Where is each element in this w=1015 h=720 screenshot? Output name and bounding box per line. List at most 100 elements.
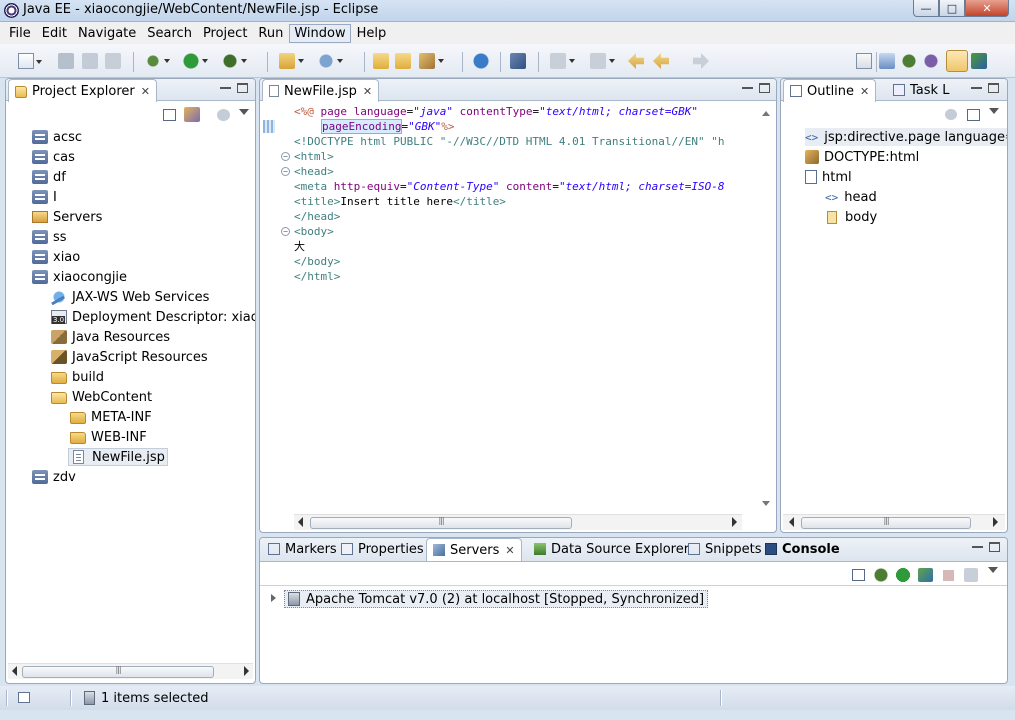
link-with-editor-icon[interactable] (184, 107, 200, 122)
new-icon[interactable] (18, 53, 42, 69)
open-type-icon[interactable] (373, 53, 389, 69)
tab-console[interactable]: Console (759, 538, 846, 560)
server-entry-tomcat[interactable]: Apache Tomcat v7.0 (2) at localhost [Sto… (284, 590, 709, 608)
minimize-view-icon[interactable] (742, 87, 753, 89)
scroll-right-icon[interactable] (993, 517, 998, 527)
horizontal-scrollbar[interactable] (294, 514, 742, 530)
minimize-view-icon[interactable] (971, 87, 982, 89)
tree-item-acsc[interactable]: acsc (32, 128, 82, 146)
start-server-icon[interactable] (896, 568, 910, 582)
tree-item-i[interactable]: I (32, 188, 57, 206)
maximize-view-icon[interactable] (237, 83, 248, 93)
fold-toggle-icon[interactable]: − (281, 167, 290, 176)
publish-icon[interactable] (964, 568, 978, 582)
maximize-view-icon[interactable] (988, 83, 999, 93)
tree-item-xiaocongjie[interactable]: xiaocongjie (32, 268, 127, 286)
collapse-all-icon[interactable] (852, 569, 865, 581)
tree-item-webcontent[interactable]: WebContent (51, 388, 152, 406)
outline-item-head[interactable]: <> head (825, 188, 877, 206)
profile-server-icon[interactable] (918, 568, 933, 582)
scroll-left-icon[interactable] (12, 666, 17, 676)
debug-icon[interactable] (145, 53, 170, 69)
print-icon[interactable] (105, 53, 121, 69)
close-tab-icon[interactable]: ✕ (141, 85, 150, 98)
minimize-view-icon[interactable] (972, 546, 983, 548)
sort-icon[interactable] (945, 109, 957, 120)
open-perspective-icon[interactable] (856, 53, 872, 69)
tree-item-zdv[interactable]: zdv (32, 468, 76, 486)
jpa-perspective-icon[interactable] (923, 53, 939, 69)
browser-globe-icon[interactable] (473, 53, 489, 69)
outline-item-body[interactable]: body (827, 208, 877, 226)
minimize-view-icon[interactable] (220, 87, 231, 89)
previous-annotation-icon[interactable] (590, 53, 615, 69)
outline-item-doctype[interactable]: DOCTYPE:html (805, 148, 919, 166)
close-tab-icon[interactable]: ✕ (505, 544, 514, 557)
view-menu-icon[interactable] (989, 108, 999, 119)
tab-newfile-jsp[interactable]: NewFile.jsp ✕ (262, 79, 380, 102)
tree-item-java-resources[interactable]: Java Resources (51, 328, 170, 346)
tree-item-df[interactable]: df (32, 168, 66, 186)
new-server-icon[interactable] (279, 53, 304, 69)
tree-item-web-inf[interactable]: WEB-INF (70, 428, 147, 446)
code-editor[interactable]: <%@ page language="java" contentType="te… (260, 101, 776, 532)
close-tab-icon[interactable]: ✕ (363, 85, 372, 98)
web-perspective-icon[interactable] (971, 53, 987, 69)
tab-servers[interactable]: Servers ✕ (426, 538, 522, 561)
close-tab-icon[interactable]: ✕ (860, 85, 869, 98)
view-menu-icon[interactable] (988, 567, 998, 578)
fast-view-icon[interactable] (18, 692, 30, 703)
tree-item-javascript-resources[interactable]: JavaScript Resources (51, 348, 208, 366)
close-button[interactable]: ✕ (965, 0, 1009, 17)
tree-item-meta-inf[interactable]: META-INF (70, 408, 152, 426)
forward-icon[interactable] (693, 53, 709, 69)
horizontal-scrollbar[interactable] (8, 663, 253, 679)
tab-properties[interactable]: Properties (335, 538, 430, 560)
tree-item-build[interactable]: build (51, 368, 104, 386)
maximize-view-icon[interactable] (989, 542, 1000, 552)
debug-perspective-icon[interactable] (901, 53, 917, 69)
tree-item-jaxws[interactable]: JAX-WS Web Services (51, 288, 209, 306)
horizontal-scrollbar[interactable] (783, 514, 1005, 530)
tree-item-cas[interactable]: cas (32, 148, 75, 166)
scroll-up-icon[interactable] (762, 107, 770, 116)
javaee-perspective-icon[interactable] (946, 50, 968, 72)
expand-arrow-icon[interactable] (271, 594, 280, 602)
next-annotation-icon[interactable] (550, 53, 575, 69)
tab-data-source-explorer[interactable]: Data Source Explorer (528, 538, 695, 560)
scroll-thumb[interactable] (310, 517, 572, 529)
stop-server-icon[interactable] (943, 570, 954, 581)
sync-icon[interactable] (217, 109, 230, 121)
tree-item-newfile-jsp[interactable]: NewFile.jsp (68, 448, 168, 466)
tab-task-list[interactable]: Task L (887, 79, 955, 101)
run-external-icon[interactable] (222, 53, 247, 69)
debug-server-icon[interactable] (874, 568, 888, 582)
tab-outline[interactable]: Outline ✕ (783, 79, 877, 102)
tab-markers[interactable]: Markers (262, 538, 343, 560)
external-tools-icon[interactable] (510, 53, 526, 69)
vertical-scrollbar[interactable] (758, 101, 774, 512)
outline-item-directive[interactable]: <> jsp:directive.page language=java (805, 128, 1007, 146)
tree-item-ss[interactable]: ss (32, 228, 67, 246)
maximize-button[interactable]: □ (939, 0, 965, 17)
menu-window[interactable]: Window (289, 23, 351, 43)
fold-toggle-icon[interactable]: − (281, 152, 290, 161)
scroll-left-icon[interactable] (789, 517, 794, 527)
scroll-thumb[interactable] (801, 517, 971, 529)
last-edit-location-icon[interactable] (628, 53, 644, 69)
search-icon[interactable] (419, 53, 444, 69)
open-resource-icon[interactable] (395, 53, 411, 69)
outline-item-html[interactable]: html (805, 168, 852, 186)
menu-edit[interactable]: Edit (37, 24, 72, 43)
view-menu-icon[interactable] (239, 109, 249, 120)
scroll-right-icon[interactable] (244, 666, 249, 676)
menu-help[interactable]: Help (352, 24, 392, 43)
tree-item-xiao[interactable]: xiao (32, 248, 80, 266)
collapse-all-icon[interactable] (967, 109, 980, 121)
tree-item-deployment-descriptor[interactable]: Deployment Descriptor: xiaocongjie (51, 308, 255, 326)
new-java-class-icon[interactable] (318, 53, 343, 69)
scroll-right-icon[interactable] (732, 517, 737, 527)
menu-navigate[interactable]: Navigate (73, 24, 141, 43)
collapse-all-icon[interactable] (163, 109, 176, 121)
java-perspective-icon[interactable] (879, 53, 895, 69)
